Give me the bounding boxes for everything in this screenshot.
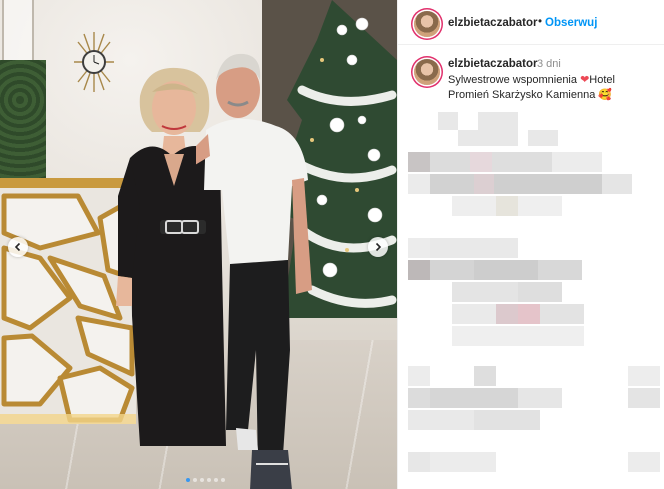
carousel-dot (221, 478, 225, 482)
carousel-next-button[interactable] (368, 237, 388, 257)
header-username[interactable]: elzbietaczabator (448, 17, 537, 29)
carousel-dot (193, 478, 197, 482)
sunburst-wall-clock (74, 32, 114, 92)
caption-avatar[interactable] (414, 59, 440, 85)
carousel-dot (207, 478, 211, 482)
caption-username[interactable]: elzbietaczabator (448, 58, 537, 70)
smiling-face-emoji-icon: 🥰 (598, 89, 613, 101)
post-header: elzbietaczabator • Obserwuj (398, 0, 664, 45)
post-caption: elzbietaczabator 3 dni Sylwestrowe wspom… (398, 46, 664, 116)
chevron-left-icon (14, 242, 21, 252)
avatar[interactable] (414, 11, 440, 37)
heart-emoji-icon: ❤ (580, 74, 590, 86)
post-photo[interactable] (0, 0, 397, 489)
post-timestamp[interactable]: 3 dni (537, 58, 561, 70)
chevron-right-icon (375, 242, 382, 252)
carousel-dot (200, 478, 204, 482)
pixelated-comments-area (408, 112, 660, 472)
carousel-dots (186, 478, 225, 482)
carousel-dot (214, 478, 218, 482)
carousel-dot (186, 478, 190, 482)
caption-text: Sylwestrowe wspomnienia ❤Hotel Promień S… (448, 73, 648, 103)
man-in-white-tshirt (196, 53, 312, 489)
follow-button[interactable]: Obserwuj (545, 17, 597, 29)
post-side-panel: elzbietaczabator • Obserwuj elzbietaczab… (397, 0, 664, 489)
separator-dot: • (538, 16, 543, 28)
carousel-prev-button[interactable] (8, 237, 28, 257)
green-wall-plant (0, 60, 46, 190)
pendant-lamp (2, 0, 34, 62)
caption-text-part1: Sylwestrowe wspomnienia (448, 74, 581, 86)
